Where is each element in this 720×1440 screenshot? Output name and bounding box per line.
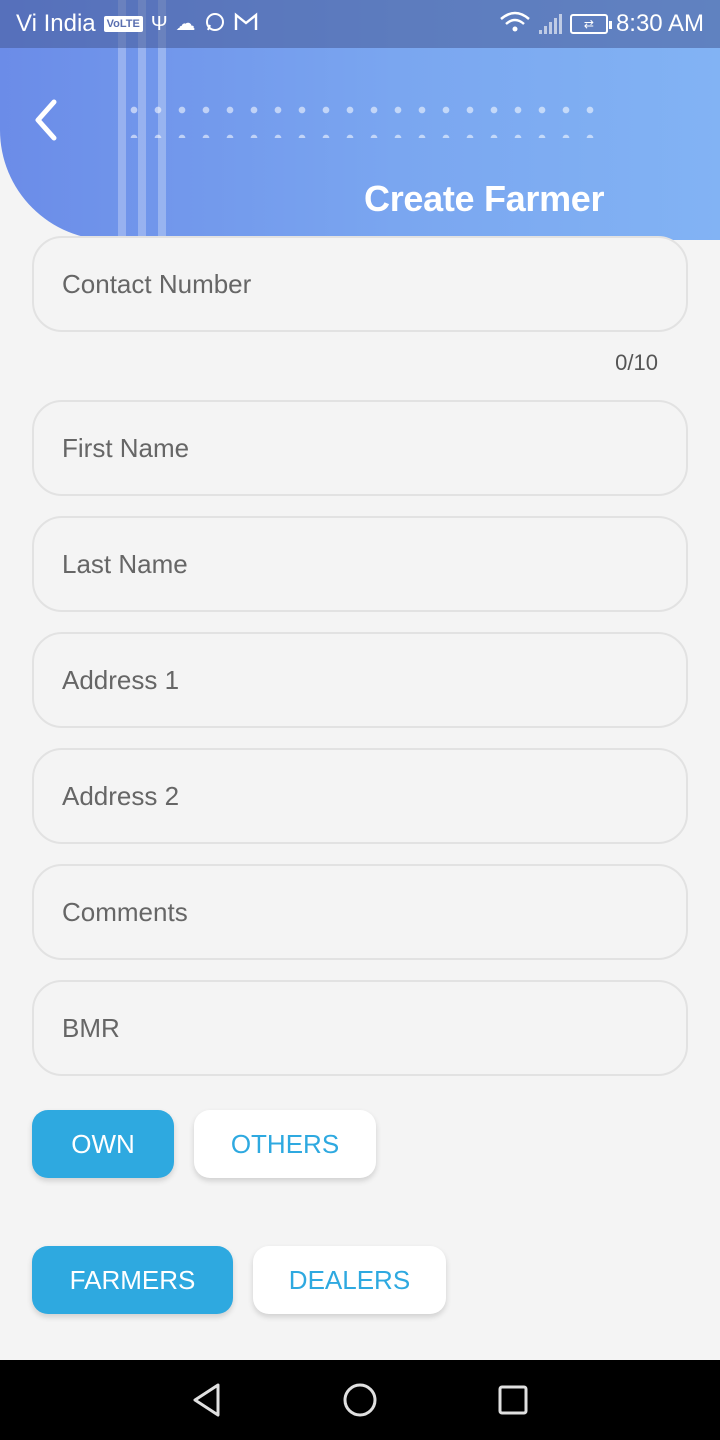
usb-icon: Ψ [150, 13, 168, 35]
nav-back-button[interactable] [177, 1370, 237, 1430]
header-decor-dots [122, 96, 602, 138]
last-name-field [32, 516, 688, 612]
address2-field [32, 748, 688, 844]
bmr-field [32, 980, 688, 1076]
back-button[interactable] [22, 94, 70, 146]
bmr-input[interactable] [34, 982, 686, 1074]
last-name-input[interactable] [34, 518, 686, 610]
comments-input[interactable] [34, 866, 686, 958]
address1-input[interactable] [34, 634, 686, 726]
contact-number-counter: 0/10 [615, 350, 658, 375]
contact-number-input[interactable] [34, 238, 686, 330]
page-title: Create Farmer [364, 178, 605, 219]
others-button[interactable]: OTHERS [194, 1110, 376, 1178]
wifi-icon [499, 10, 531, 38]
volte-badge: VoLTE [103, 16, 143, 32]
first-name-input[interactable] [34, 402, 686, 494]
farmers-button[interactable]: FARMERS [32, 1246, 233, 1314]
nav-recents-button[interactable] [483, 1370, 543, 1430]
dealers-button[interactable]: DEALERS [253, 1246, 446, 1314]
signal-icon [538, 14, 562, 34]
address2-input[interactable] [34, 750, 686, 842]
address1-field [32, 632, 688, 728]
contact-number-field [32, 236, 688, 332]
comments-field [32, 864, 688, 960]
whatsapp-icon [204, 11, 226, 37]
system-nav-bar [0, 1360, 720, 1440]
status-bar: Vi India VoLTE Ψ ☁ ⇄ 8:30 AM [0, 0, 720, 48]
status-time: 8:30 AM [615, 10, 704, 37]
home-circle-icon [343, 1383, 377, 1417]
gmail-icon [234, 12, 258, 36]
back-triangle-icon [193, 1383, 220, 1417]
nav-home-button[interactable] [330, 1370, 390, 1430]
chevron-left-icon [35, 99, 57, 141]
first-name-field [32, 400, 688, 496]
cloud-icon: ☁ [175, 13, 196, 35]
recents-square-icon [498, 1385, 528, 1415]
battery-icon: ⇄ [569, 14, 612, 34]
own-button[interactable]: OWN [32, 1110, 174, 1178]
carrier-name: Vi India [16, 10, 96, 37]
